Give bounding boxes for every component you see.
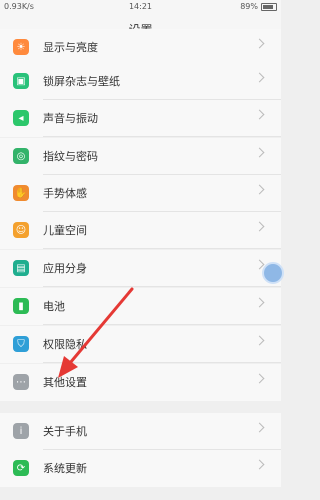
annotation-arrow-icon <box>58 287 134 378</box>
